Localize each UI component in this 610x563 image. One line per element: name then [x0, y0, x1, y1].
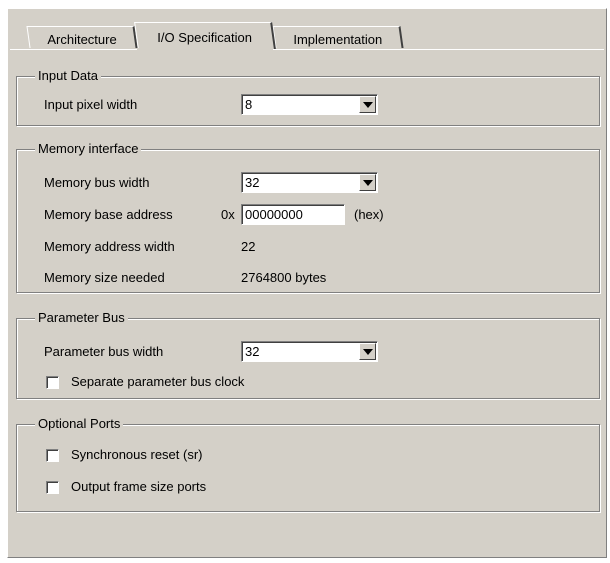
memory-address-width-label: Memory address width	[44, 239, 175, 254]
tab-strip: Architecture Implementation I/O Specific…	[8, 9, 606, 65]
chevron-down-icon	[363, 102, 373, 108]
sync-reset-label[interactable]: Synchronous reset (sr)	[71, 447, 203, 463]
group-legend: Memory interface	[35, 141, 142, 157]
chevron-down-icon	[363, 180, 373, 186]
active-tab-gap	[137, 48, 273, 51]
input-pixel-width-select[interactable]: 8	[241, 94, 378, 115]
tab-label: Architecture	[47, 32, 117, 47]
memory-size-value: 2764800 bytes	[241, 270, 327, 285]
tab-io-specification[interactable]: I/O Specification	[134, 22, 276, 49]
select-value: 32	[245, 344, 260, 359]
tab-label: I/O Specification	[157, 30, 253, 45]
tab-architecture[interactable]: Architecture	[26, 26, 138, 48]
memory-address-width-value: 22	[241, 239, 256, 254]
memory-interface-group: Memory interface Memory bus width 32 Mem…	[16, 141, 600, 293]
memory-base-address-input[interactable]	[241, 204, 345, 225]
input-pixel-width-label: Input pixel width	[44, 97, 138, 112]
parameter-bus-width-select[interactable]: 32	[241, 341, 378, 362]
separate-clock-label[interactable]: Separate parameter bus clock	[71, 374, 244, 390]
memory-size-label: Memory size needed	[44, 270, 165, 285]
tab-label: Implementation	[293, 32, 383, 47]
tab-baseline	[10, 49, 604, 50]
separate-clock-checkbox[interactable]	[46, 376, 59, 389]
select-value: 8	[245, 97, 253, 112]
memory-bus-width-label: Memory bus width	[44, 175, 150, 190]
group-legend: Input Data	[35, 68, 101, 84]
tab-implementation[interactable]: Implementation	[272, 26, 404, 48]
memory-base-address-label: Memory base address	[44, 207, 173, 222]
hex-prefix: 0x	[221, 207, 235, 222]
select-value: 32	[245, 175, 260, 190]
chevron-down-icon	[363, 349, 373, 355]
frame-size-label[interactable]: Output frame size ports	[71, 479, 206, 495]
parameter-bus-group: Parameter Bus Parameter bus width 32 Sep…	[16, 310, 600, 399]
parameter-bus-width-label: Parameter bus width	[44, 344, 164, 359]
dropdown-button[interactable]	[359, 96, 376, 113]
dropdown-button[interactable]	[359, 343, 376, 360]
group-legend: Optional Ports	[35, 416, 124, 432]
memory-bus-width-select[interactable]: 32	[241, 172, 378, 193]
hex-suffix: (hex)	[354, 207, 384, 222]
dropdown-button[interactable]	[359, 174, 376, 191]
group-legend: Parameter Bus	[35, 310, 128, 326]
input-data-group: Input Data Input pixel width 8	[16, 68, 600, 126]
sync-reset-checkbox[interactable]	[46, 449, 59, 462]
frame-size-checkbox[interactable]	[46, 481, 59, 494]
dialog-panel: Architecture Implementation I/O Specific…	[7, 8, 607, 558]
optional-ports-group: Optional Ports Synchronous reset (sr) Ou…	[16, 416, 600, 512]
